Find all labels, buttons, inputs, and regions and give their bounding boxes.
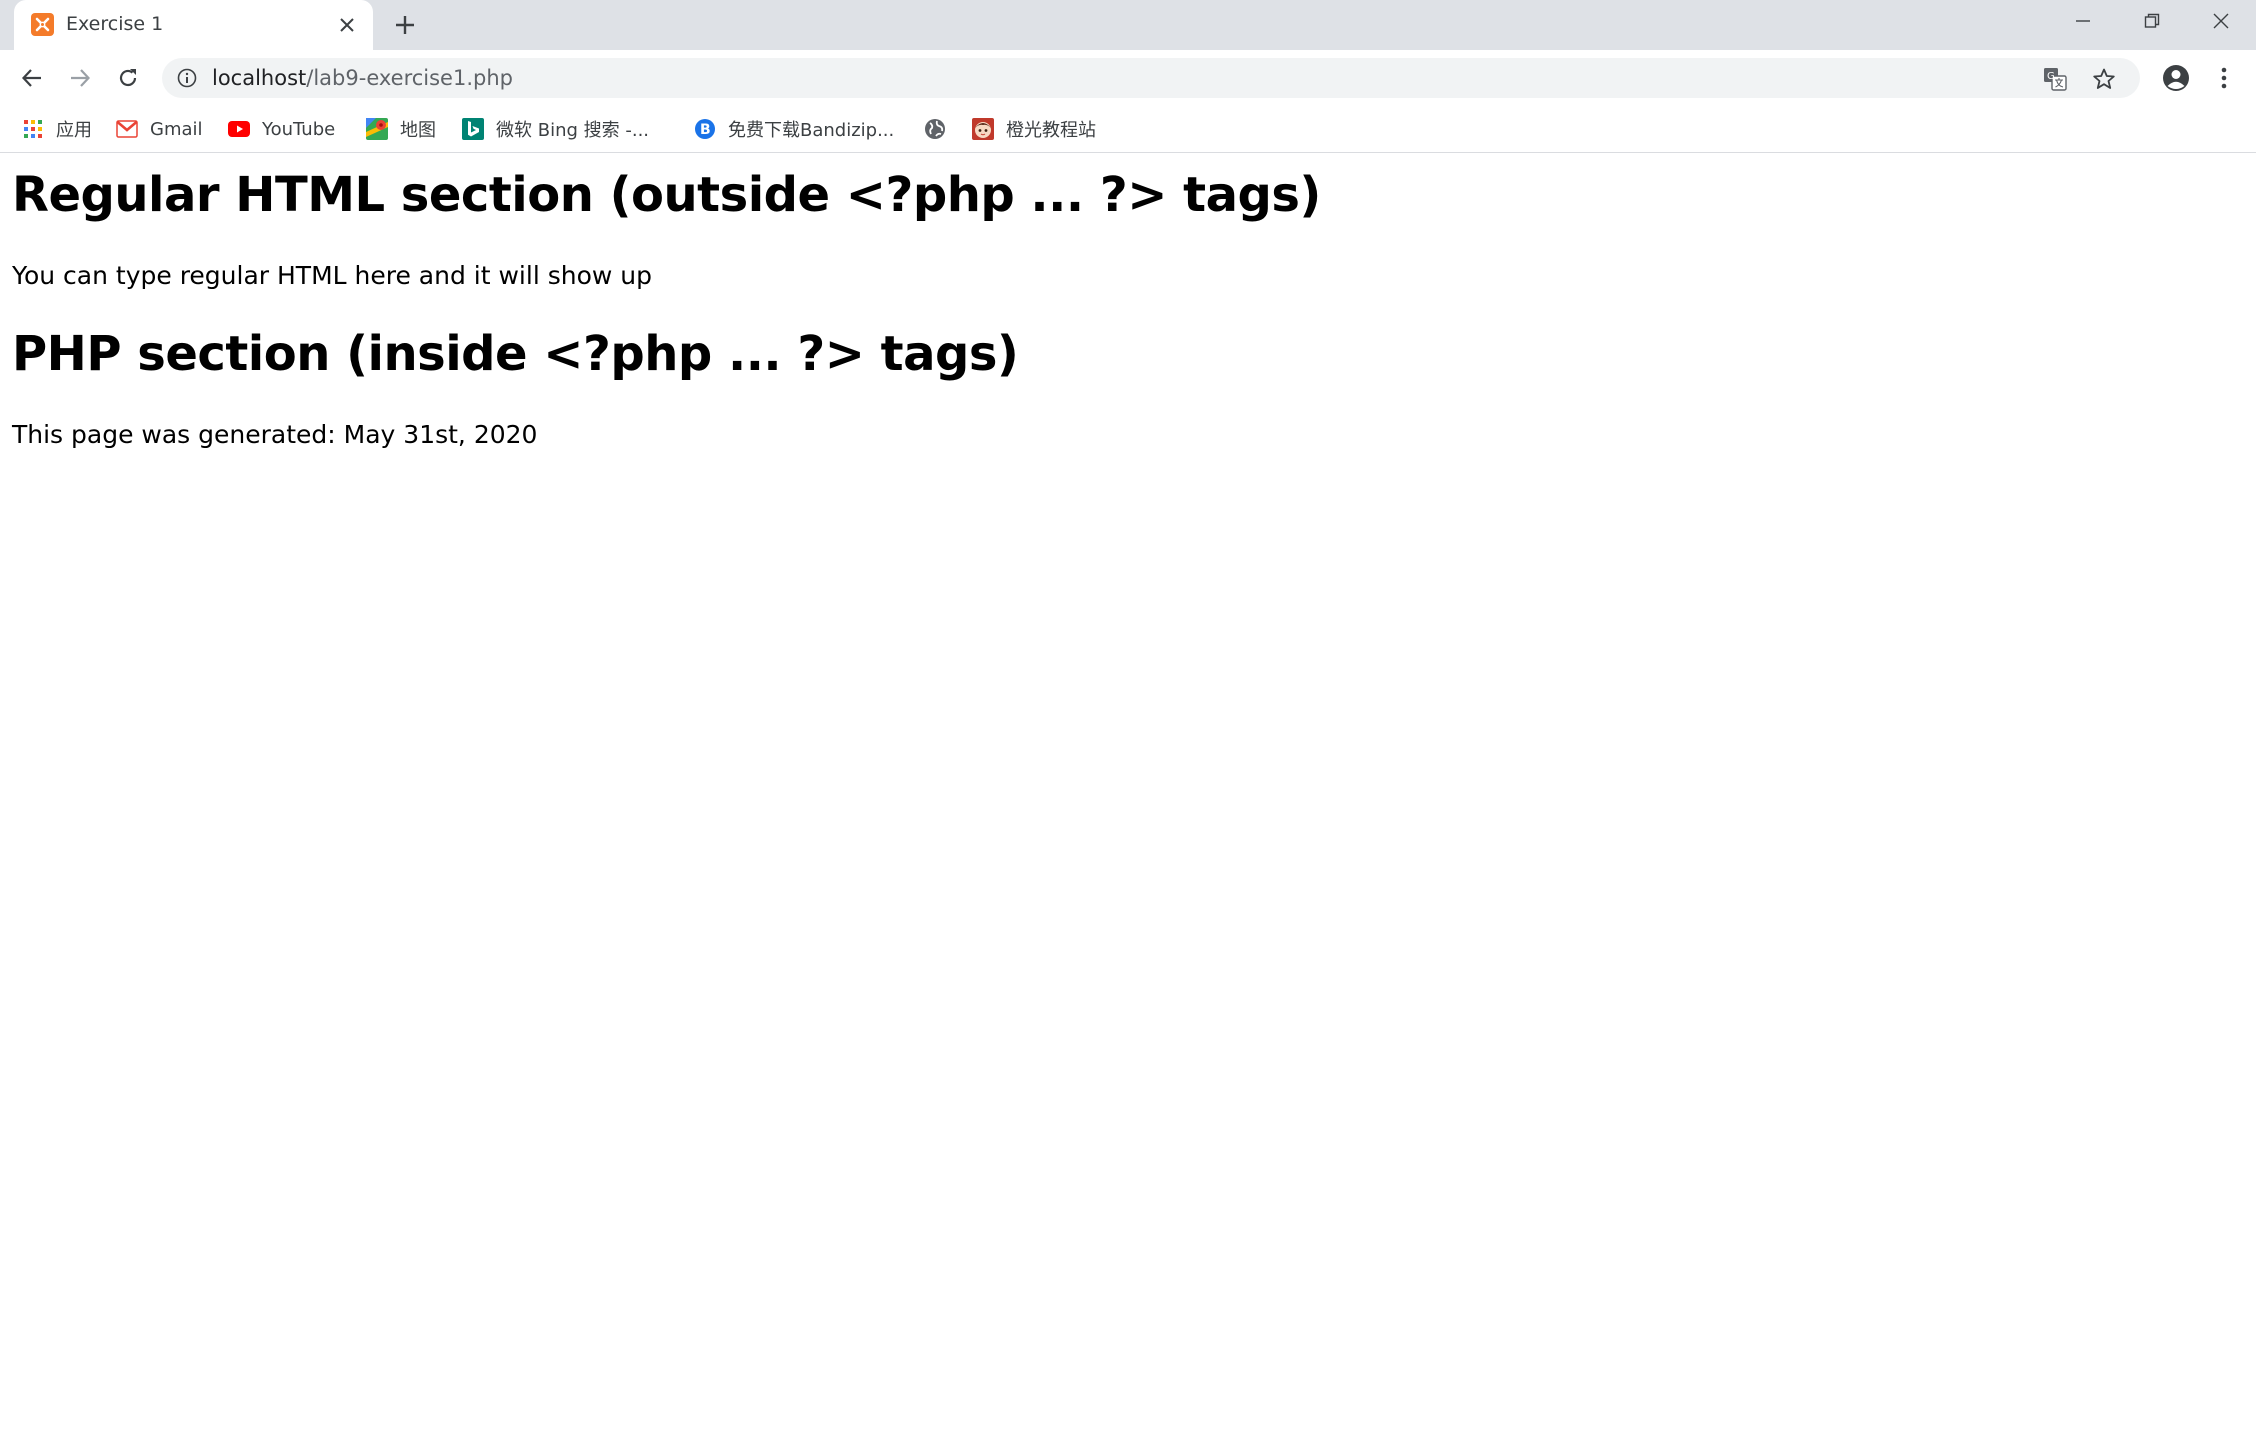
page-heading-regular-html: Regular HTML section (outside <?php ... …: [12, 167, 1321, 223]
restore-icon: [2144, 13, 2160, 28]
apps-grid-icon: [22, 118, 44, 140]
tab-close-icon[interactable]: [334, 12, 360, 38]
page-heading-php-section: PHP section (inside <?php ... ?> tags): [12, 326, 1019, 382]
reload-icon: [119, 69, 137, 87]
svg-text:G: G: [2047, 71, 2055, 82]
site-favicon-icon: [972, 118, 994, 140]
bing-icon: [462, 118, 484, 140]
tab-title: Exercise 1: [66, 13, 164, 35]
bookmark-label: Gmail: [150, 118, 203, 140]
bookmark-bandizip[interactable]: B 免费下载Bandizip...: [694, 114, 894, 144]
bookmark-label: 免费下载Bandizip...: [728, 120, 895, 141]
bookmarks-bar: 应用 Gmail YouTube 地图 微软 Bing 搜索 -... B 免费…: [0, 106, 2256, 153]
bookmark-label: 微软 Bing 搜索 -...: [496, 120, 650, 141]
browser-menu-button[interactable]: [2208, 62, 2240, 94]
arrow-right-icon: [71, 69, 91, 87]
bookmark-maps[interactable]: 地图: [366, 114, 436, 144]
svg-text:B: B: [700, 122, 711, 138]
more-vertical-icon: [2221, 67, 2227, 89]
plus-icon: [396, 16, 414, 34]
account-avatar-icon: [2163, 65, 2189, 91]
bookmark-apps[interactable]: 应用: [22, 114, 92, 144]
browser-toolbar: localhost/lab9-exercise1.php G: [0, 50, 2256, 106]
minimize-icon: [2076, 20, 2090, 22]
page-content: Regular HTML section (outside <?php ... …: [0, 153, 2256, 1444]
new-tab-button[interactable]: [390, 10, 420, 40]
close-icon: [2213, 13, 2229, 29]
bookmark-label: YouTube: [262, 118, 336, 140]
bookmark-bing[interactable]: 微软 Bing 搜索 -...: [462, 114, 649, 144]
bookmark-globe[interactable]: [924, 114, 958, 144]
gmail-icon: [116, 118, 138, 140]
globe-icon: [924, 118, 946, 140]
bookmark-chengguang[interactable]: 橙光教程站: [972, 114, 1096, 144]
arrow-left-icon: [21, 69, 41, 87]
bookmark-star-icon[interactable]: [2090, 65, 2118, 93]
site-info-icon[interactable]: [176, 67, 198, 89]
back-button[interactable]: [16, 62, 48, 94]
bookmark-youtube[interactable]: YouTube: [228, 114, 335, 144]
bookmark-label: 橙光教程站: [1006, 120, 1096, 141]
page-paragraph-generated-date: This page was generated: May 31st, 2020: [12, 420, 538, 449]
tab-strip: Exercise 1: [0, 0, 2256, 50]
bookmark-label: 地图: [400, 120, 436, 141]
bookmark-label: 应用: [56, 120, 92, 141]
url-host: localhost: [212, 66, 307, 90]
url-text[interactable]: localhost/lab9-exercise1.php: [212, 66, 513, 90]
profile-button[interactable]: [2160, 62, 2192, 94]
window-close-button[interactable]: [2187, 0, 2255, 42]
maps-icon: [366, 118, 388, 140]
tab-exercise-1[interactable]: Exercise 1: [14, 0, 373, 50]
window-restore-button[interactable]: [2118, 0, 2186, 42]
address-bar[interactable]: localhost/lab9-exercise1.php G: [162, 58, 2140, 98]
url-path: /lab9-exercise1.php: [306, 66, 513, 90]
youtube-icon: [228, 118, 250, 140]
bandizip-icon: B: [694, 118, 716, 140]
xampp-favicon-icon: [31, 13, 54, 36]
window-minimize-button[interactable]: [2049, 0, 2117, 42]
translate-icon[interactable]: G: [2042, 66, 2068, 92]
reload-button[interactable]: [112, 62, 144, 94]
page-paragraph-regular-html: You can type regular HTML here and it wi…: [12, 261, 652, 290]
forward-button[interactable]: [64, 62, 96, 94]
bookmark-gmail[interactable]: Gmail: [116, 114, 203, 144]
